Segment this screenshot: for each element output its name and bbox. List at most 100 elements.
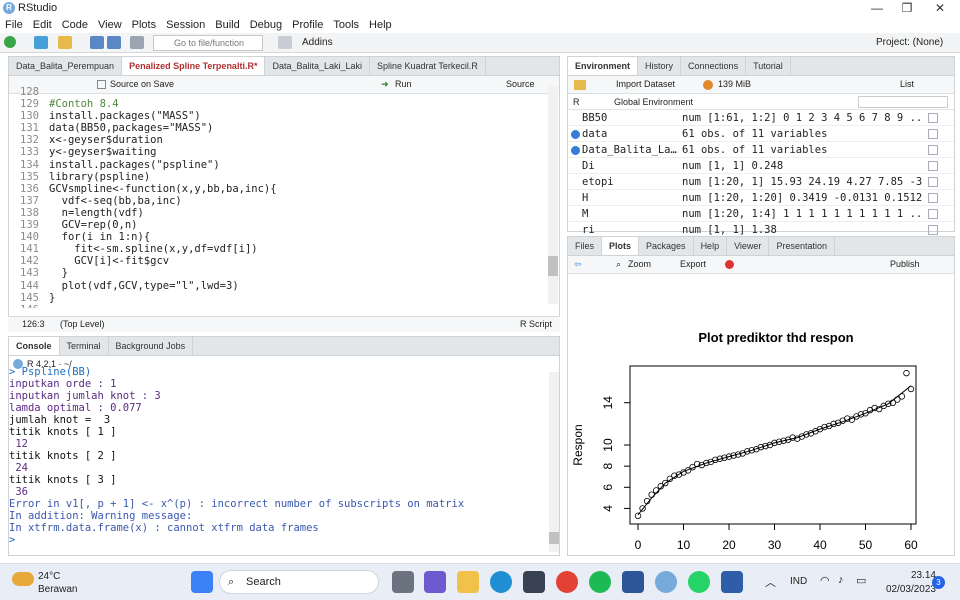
zoom-button[interactable]: Zoom [628,256,651,273]
code-line[interactable]: 146 [9,304,557,308]
battery-icon[interactable]: ▭ [856,574,866,587]
chrome-icon[interactable] [556,571,578,593]
code-line[interactable]: 135 library(pspline) [9,171,557,183]
search-box[interactable]: ⌕ Search [219,570,379,594]
expand-icon[interactable] [571,146,580,155]
spotify-icon[interactable] [589,571,611,593]
grid-view-icon[interactable] [928,145,938,155]
menu-plots[interactable]: Plots [127,17,161,33]
publish-button[interactable]: Publish [890,256,920,273]
tab-plots[interactable]: Plots [602,237,640,255]
tab-presentation[interactable]: Presentation [769,237,835,255]
code-line[interactable]: 144 plot(vdf,GCV,type="l",lwd=3) [9,280,557,292]
notepad-icon[interactable] [721,571,743,593]
tab-tutorial[interactable]: Tutorial [746,57,791,75]
tab-viewer[interactable]: Viewer [727,237,770,255]
env-row[interactable]: BB50 num [1:61, 1:2] 0 1 2 3 4 5 6 7 8 9 … [568,110,954,126]
menu-code[interactable]: Code [57,17,93,33]
env-row[interactable]: Mnum [1:20, 1:4] 1 1 1 1 1 1 1 1 1 1 ... [568,206,954,222]
code-editor[interactable]: 128 129 #Contoh 8.4 130 install.packages("MA… [9,86,557,308]
file-type[interactable]: R Script [520,317,552,332]
console-output[interactable]: > Pspline(BB) inputkan orde : 1 inputkan j… [9,366,557,556]
menu-file[interactable]: File [0,17,28,33]
code-line[interactable]: 145} [9,292,557,304]
console-scrollbar[interactable] [549,372,559,552]
project-menu[interactable]: Project: (None) [876,37,943,48]
new-file-icon[interactable] [4,36,16,48]
tab-files[interactable]: Files [568,237,603,255]
goto-file-input[interactable]: Go to file/function [153,35,263,51]
code-line[interactable]: 132 x<-geyser$duration [9,134,557,146]
input-language[interactable]: IND [790,576,807,587]
menu-session[interactable]: Session [161,17,210,33]
import-dataset-button[interactable]: Import Dataset [616,76,675,93]
tab-data-balita-perempuan[interactable]: Data_Balita_Perempuan [9,57,123,75]
open-folder-icon[interactable] [58,36,72,49]
wifi-icon[interactable]: ◠ [820,574,830,587]
language-select[interactable]: R [573,94,580,110]
maximize-button[interactable]: ❐ [892,0,922,17]
tab-history[interactable]: History [638,57,682,75]
grid-view-icon[interactable] [928,209,938,219]
save-all-icon[interactable] [107,36,121,49]
menu-profile[interactable]: Profile [287,17,328,33]
expand-icon[interactable] [571,130,580,139]
word-icon[interactable] [622,571,644,593]
tab-penalized-spline[interactable]: Penalized Spline Terpenalti.R* [122,57,266,75]
env-row[interactable]: Data_Balita_La… 61 obs. of 11 variables [568,142,954,158]
env-row[interactable]: Di num [1, 1] 0.248 [568,158,954,174]
scope-select[interactable]: Global Environment [614,94,693,110]
code-line[interactable]: 129 #Contoh 8.4 [9,98,557,110]
grid-view-icon[interactable] [928,113,938,123]
minimize-button[interactable]: — [862,0,892,17]
whatsapp-icon[interactable] [688,571,710,593]
env-row[interactable]: data 61 obs. of 11 variables [568,126,954,142]
grid-view-icon[interactable] [928,161,938,171]
memory-usage[interactable]: 139 MiB [718,76,751,93]
store-icon[interactable] [523,571,545,593]
menu-tools[interactable]: Tools [328,17,364,33]
clock-date[interactable]: 02/03/2023 [872,584,936,595]
new-project-icon[interactable] [34,36,48,49]
code-line[interactable]: 139 GCV=rep(0,n) [9,219,557,231]
code-line[interactable]: 128 [9,86,557,98]
tab-data-balita-laki-laki[interactable]: Data_Balita_Laki_Laki [265,57,371,75]
code-line[interactable]: 130 install.packages("MASS") [9,110,557,122]
tab-background-jobs[interactable]: Background Jobs [109,337,194,355]
env-row[interactable]: etopi num [1:20, 1] 15.93 24.19 4.27 7.85… [568,174,954,190]
env-search-input[interactable] [858,96,948,108]
tab-packages[interactable]: Packages [639,237,694,255]
print-icon[interactable] [130,36,144,49]
tab-terminal[interactable]: Terminal [60,337,109,355]
code-line[interactable]: 136 GCVsmpline<-function(x,y,bb,ba,inc){ [9,183,557,195]
menu-help[interactable]: Help [364,17,397,33]
code-line[interactable]: 143 } [9,267,557,279]
code-line[interactable]: 133 y<-geyser$waiting [9,146,557,158]
task-view-icon[interactable] [392,571,414,593]
open-folder-icon[interactable] [574,80,586,90]
code-line[interactable]: 138 n=length(vdf) [9,207,557,219]
menu-debug[interactable]: Debug [245,17,287,33]
tab-spline-kuadrat[interactable]: Spline Kuadrat Terkecil.R [370,57,486,75]
clear-plot-icon[interactable] [725,260,734,269]
grid-layout-icon[interactable] [278,36,292,49]
code-line[interactable]: 137 vdf<-seq(bb,ba,inc) [9,195,557,207]
menu-build[interactable]: Build [210,17,244,33]
code-line[interactable]: 140 for(i in 1:n){ [9,231,557,243]
menu-view[interactable]: View [93,17,127,33]
scope-indicator[interactable]: (Top Level) [60,317,105,332]
code-line[interactable]: 141 fit<-sm.spline(x,y,df=vdf[i]) [9,243,557,255]
env-row[interactable]: Hnum [1:20, 1:20] 0.3419 -0.0131 0.1512 … [568,190,954,206]
teams-icon[interactable] [424,571,446,593]
tab-environment[interactable]: Environment [568,57,639,75]
close-button[interactable]: ✕ [925,0,955,17]
tab-connections[interactable]: Connections [681,57,747,75]
weather-temp[interactable]: 24°C [38,571,60,582]
save-icon[interactable] [90,36,104,49]
menu-edit[interactable]: Edit [28,17,57,33]
grid-view-icon[interactable] [928,129,938,139]
editor-scrollbar[interactable] [548,86,558,304]
tab-help[interactable]: Help [694,237,728,255]
code-line[interactable]: 131 data(BB50,packages="MASS") [9,122,557,134]
volume-icon[interactable]: ♪ [838,574,844,586]
